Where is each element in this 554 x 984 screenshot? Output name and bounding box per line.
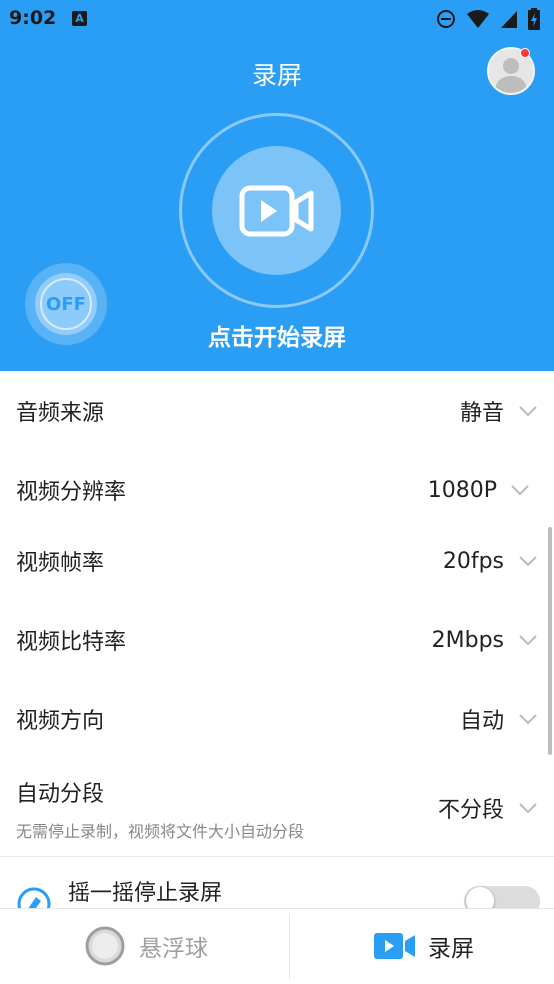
floating-ball-icon — [85, 926, 125, 966]
signal-icon — [501, 11, 517, 28]
chevron-down-icon — [519, 406, 537, 417]
chevron-down-icon — [519, 556, 537, 567]
video-camera-icon — [374, 933, 415, 959]
setting-orientation[interactable]: 视频方向 自动 — [0, 680, 554, 758]
chevron-down-icon — [519, 803, 537, 814]
setting-label: 视频方向 — [16, 709, 105, 734]
nav-divider — [289, 913, 290, 979]
chevron-down-icon — [519, 635, 537, 646]
battery-icon — [528, 8, 540, 30]
video-camera-icon — [239, 185, 313, 236]
notification-icon: A — [72, 11, 87, 26]
status-time: 9:02 — [9, 7, 57, 29]
wifi-icon — [467, 10, 489, 28]
setting-label: 视频分辨率 — [16, 480, 127, 505]
setting-auto-split[interactable]: 自动分段 无需停止录制，视频将文件大小自动分段 不分段 — [0, 762, 554, 854]
notification-dot — [520, 48, 530, 58]
setting-value: 不分段 — [437, 798, 504, 823]
status-bar: 9:02 A — [0, 0, 554, 40]
nav-record[interactable]: 录屏 — [374, 908, 474, 984]
nav-floating-ball[interactable]: 悬浮球 — [84, 908, 208, 984]
nav-floating-ball-label: 悬浮球 — [139, 936, 208, 962]
setting-resolution[interactable]: 视频分辨率 1080P — [0, 451, 554, 529]
setting-value: 自动 — [459, 709, 504, 734]
shake-label: 摇一摇停止录屏 — [68, 881, 223, 906]
start-record-button[interactable] — [212, 146, 341, 275]
chevron-down-icon — [519, 714, 537, 725]
chevron-down-icon — [511, 485, 529, 496]
nav-record-label: 录屏 — [428, 936, 474, 962]
setting-audio-source[interactable]: 音频来源 静音 — [0, 371, 554, 451]
setting-label: 视频帧率 — [16, 551, 105, 576]
setting-value: 1080P — [427, 477, 497, 503]
floating-toggle-button[interactable]: OFF — [35, 273, 97, 335]
shake-icon — [17, 887, 51, 908]
floating-toggle-label: OFF — [40, 278, 92, 330]
setting-label: 音频来源 — [16, 401, 105, 426]
status-icons — [436, 8, 540, 30]
dnd-icon — [437, 10, 455, 28]
setting-value: 20fps — [442, 548, 504, 574]
setting-description: 无需停止录制，视频将文件大小自动分段 — [16, 822, 305, 841]
setting-value: 2Mbps — [431, 627, 504, 653]
page-title: 录屏 — [251, 61, 302, 90]
setting-value: 静音 — [459, 401, 504, 426]
setting-frame-rate[interactable]: 视频帧率 20fps — [0, 522, 554, 600]
setting-bitrate[interactable]: 视频比特率 2Mbps — [0, 601, 554, 679]
setting-label: 自动分段 — [16, 782, 105, 807]
setting-label: 视频比特率 — [16, 630, 127, 655]
scrollbar[interactable] — [548, 527, 552, 755]
